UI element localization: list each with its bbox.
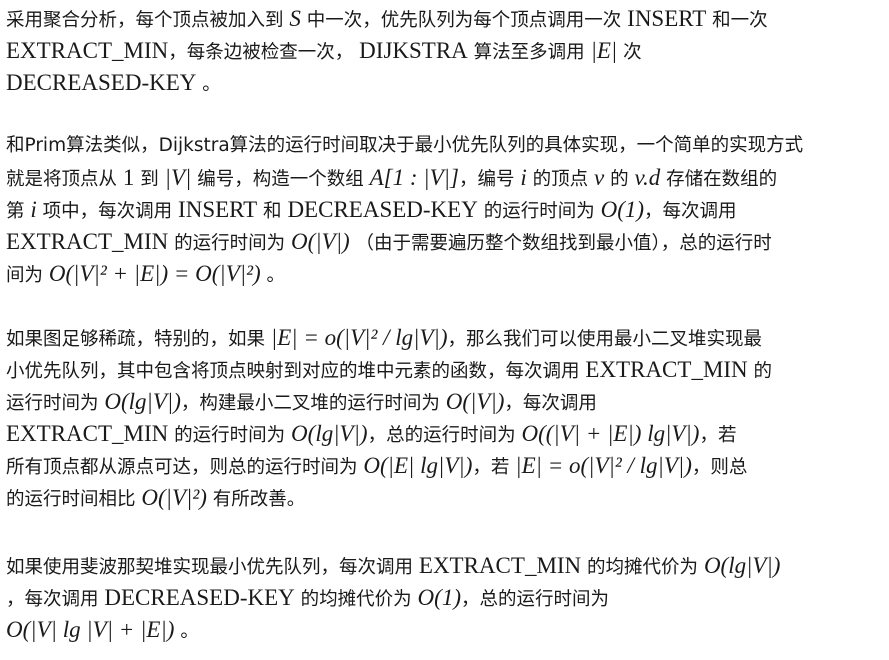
math-expression: |E|	[590, 38, 618, 63]
math-expression: O(|V| lg |V| + |E|)	[6, 617, 175, 642]
text-line: 和Prim算法类似，Dijkstra算法的运行时间取决于最小优先队列的具体实现，…	[6, 130, 803, 162]
text-run: 第	[6, 201, 31, 222]
math-expression: |E| = o(|V|² / lg|V|)	[515, 453, 692, 478]
text-run: ，若	[699, 425, 737, 446]
math-expression: O(lg|V|)	[104, 389, 181, 414]
text-run: 采用聚合分析，每个顶点被加入到	[6, 10, 290, 31]
text-line: EXTRACT_MIN 的运行时间为 O(lg|V|)，总的运行时间为 O((|…	[6, 418, 736, 452]
text-run: 和	[257, 201, 288, 222]
text-run: ，每次调用	[644, 201, 737, 222]
text-run: 编号，构造一个数组	[191, 169, 370, 190]
math-expression: |V|	[164, 165, 192, 190]
text-run: ，若	[472, 457, 516, 478]
math-expression: EXTRACT_MIN	[6, 421, 169, 446]
text-line: 运行时间为 O(lg|V|)，构建最小二叉堆的运行时间为 O(|V|)，每次调用	[6, 386, 597, 420]
text-line: 间为 O(|V|² + |E|) = O(|V|²) 。	[6, 258, 285, 292]
math-expression: INSERT	[627, 6, 707, 31]
text-run: ，总的运行时间为	[367, 425, 522, 446]
math-expression: 1	[122, 165, 135, 190]
text-run: 。	[196, 74, 221, 95]
text-run: 项中，每次调用	[36, 201, 179, 222]
text-run: 和一次	[706, 10, 768, 31]
math-expression: A[1 : |V|]	[369, 165, 459, 190]
math-expression: O(1)	[417, 585, 461, 610]
text-line: 第 i 项中，每次调用 INSERT 和 DECREASED-KEY 的运行时间…	[6, 194, 737, 228]
text-run: 如果图足够稀疏，特别的，如果	[6, 329, 271, 350]
math-expression: O(|E| lg|V|)	[363, 453, 473, 478]
math-expression: v.d	[634, 165, 661, 190]
text-line: 就是将顶点从 1 到 |V| 编号，构造一个数组 A[1 : |V|]，编号 i…	[6, 162, 777, 196]
text-run: 如果使用斐波那契堆实现最小优先队列，每次调用	[6, 557, 419, 578]
text-run: 存储在数组的	[660, 169, 778, 190]
text-run: 和Prim算法类似，Dijkstra算法的运行时间取决于最小优先队列的具体实现，…	[6, 135, 804, 156]
math-expression: DIJKSTRA	[359, 38, 468, 63]
text-run: 的运行时间为	[477, 201, 601, 222]
text-run: 的运行时间为	[168, 425, 292, 446]
text-run: ，编号	[458, 169, 521, 190]
text-run: （由于需要遍历整个数组找到最小值），总的运行时	[349, 233, 772, 254]
text-line: DECREASED-KEY 。	[6, 67, 221, 101]
math-expression: EXTRACT_MIN	[6, 229, 169, 254]
text-run: 的顶点	[526, 169, 594, 190]
text-run: 。	[174, 621, 199, 642]
text-line: 如果图足够稀疏，特别的，如果 |E| = o(|V|² / lg|V|)，那么我…	[6, 322, 762, 356]
text-line: 如果使用斐波那契堆实现最小优先队列，每次调用 EXTRACT_MIN 的均摊代价…	[6, 550, 780, 584]
text-run: 的均摊代价为	[581, 557, 704, 578]
math-expression: v	[593, 165, 605, 190]
math-expression: INSERT	[178, 197, 258, 222]
text-line: EXTRACT_MIN，每条边被检查一次， DIJKSTRA 算法至多调用 |E…	[6, 35, 642, 69]
text-run: 运行时间为	[6, 393, 105, 414]
text-run: ，总的运行时间为	[460, 589, 609, 610]
text-run: 所有顶点都从源点可达，则总的运行时间为	[6, 457, 364, 478]
text-run: 的	[747, 361, 773, 382]
math-expression: DECREASED-KEY	[104, 585, 295, 610]
math-expression: EXTRACT_MIN	[585, 357, 748, 382]
text-line: ，每次调用 DECREASED-KEY 的均摊代价为 O(1)，总的运行时间为	[6, 582, 609, 616]
math-expression: O(1)	[600, 197, 645, 222]
text-run: 的均摊代价为	[294, 589, 418, 610]
text-run: 就是将顶点从	[6, 169, 123, 190]
text-run: 中一次，优先队列为每个顶点调用一次	[300, 10, 628, 31]
text-run: 有所改善。	[206, 489, 306, 510]
math-expression: O(|V|² + |E|) = O(|V|²)	[48, 261, 261, 286]
math-expression: EXTRACT_MIN	[6, 38, 169, 63]
text-run: ，每次调用	[6, 589, 105, 610]
math-expression: O((|V| + |E|) lg|V|)	[521, 421, 700, 446]
text-line: 小优先队列，其中包含将顶点映射到对应的堆中元素的函数，每次调用 EXTRACT_…	[6, 354, 772, 388]
text-line: O(|V| lg |V| + |E|) 。	[6, 614, 199, 648]
text-run: ，每条边被检查一次，	[168, 42, 360, 63]
math-expression: O(|V|)	[291, 229, 350, 254]
math-expression: O(|V|)	[445, 389, 505, 414]
math-expression: O(|V|²)	[141, 485, 207, 510]
text-run: 次	[617, 42, 642, 63]
math-expression: S	[289, 6, 301, 31]
text-run: 的运行时间相比	[6, 489, 142, 510]
text-run: ，那么我们可以使用最小二叉堆实现最	[447, 329, 763, 350]
text-line: 的运行时间相比 O(|V|²) 有所改善。	[6, 482, 305, 516]
text-run: 的运行时间为	[168, 233, 292, 254]
text-run: 小优先队列，其中包含将顶点映射到对应的堆中元素的函数，每次调用	[6, 361, 586, 382]
text-run: ，构建最小二叉堆的运行时间为	[180, 393, 446, 414]
math-expression: |E| = o(|V|² / lg|V|)	[270, 325, 448, 350]
math-expression: DECREASED-KEY	[287, 197, 478, 222]
text-run: 的	[604, 169, 635, 190]
math-expression: O(lg|V|)	[291, 421, 368, 446]
math-expression: DECREASED-KEY	[6, 70, 197, 95]
math-expression: EXTRACT_MIN	[418, 553, 582, 578]
text-run: ，每次调用	[504, 393, 597, 414]
text-run: ，则总	[691, 457, 748, 478]
text-run: 到	[134, 169, 165, 190]
text-line: EXTRACT_MIN 的运行时间为 O(|V|) （由于需要遍历整个数组找到最…	[6, 226, 772, 260]
text-run: 算法至多调用	[467, 42, 591, 63]
math-expression: O(lg|V|)	[703, 553, 781, 578]
text-run: 间为	[6, 265, 49, 286]
text-line: 采用聚合分析，每个顶点被加入到 S 中一次，优先队列为每个顶点调用一次 INSE…	[6, 3, 768, 37]
text-run: 。	[260, 265, 286, 286]
text-line: 所有顶点都从源点可达，则总的运行时间为 O(|E| lg|V|)，若 |E| =…	[6, 450, 747, 484]
